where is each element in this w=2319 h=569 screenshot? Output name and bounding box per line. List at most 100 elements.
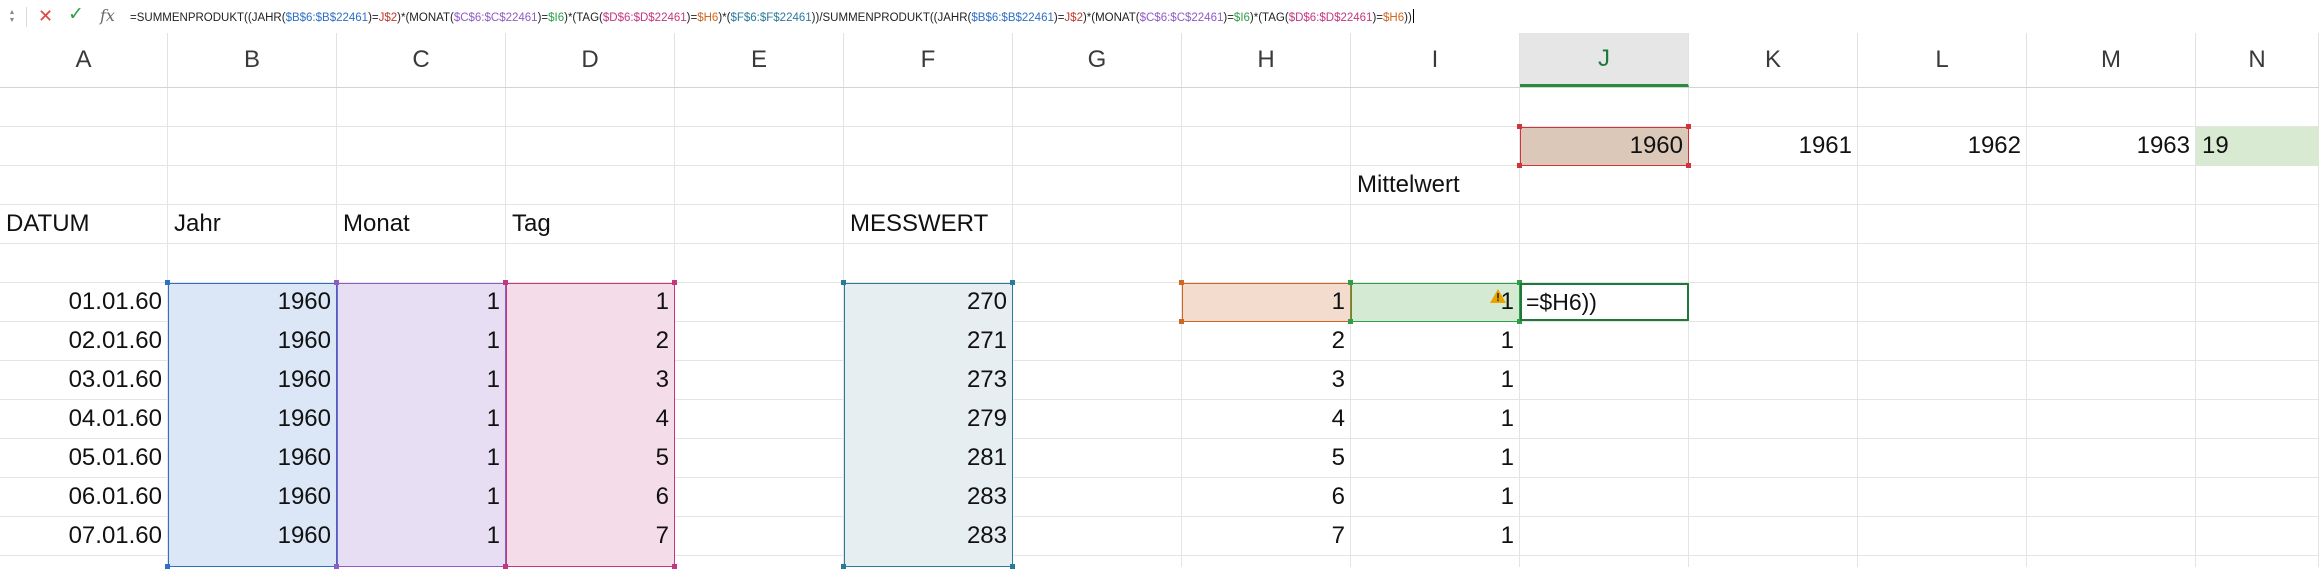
formula-bar-divider: [26, 7, 27, 27]
monat-cell[interactable]: 1: [337, 400, 506, 438]
gridline-horizontal: [0, 243, 2319, 244]
year-header-cell[interactable]: 19: [2196, 127, 2319, 165]
day-index-cell[interactable]: 7: [1182, 517, 1351, 555]
jahr-cell[interactable]: 1960: [168, 361, 337, 399]
monat-cell[interactable]: 1: [337, 283, 506, 321]
day-index-cell[interactable]: 4: [1182, 400, 1351, 438]
month-index-cell[interactable]: 1: [1351, 439, 1520, 477]
tag-cell[interactable]: 3: [506, 361, 675, 399]
messwert-cell[interactable]: 281: [844, 439, 1013, 477]
day-index-cell[interactable]: 1: [1182, 283, 1351, 321]
column-header-d[interactable]: D: [506, 33, 675, 87]
month-index-cell[interactable]: 1: [1351, 478, 1520, 516]
column-header-e[interactable]: E: [675, 33, 844, 87]
monat-header[interactable]: Monat: [337, 205, 506, 243]
messwert-header[interactable]: MESSWERT: [844, 205, 1013, 243]
formula-token: $H6: [697, 12, 719, 24]
tag-cell[interactable]: 4: [506, 400, 675, 438]
messwert-cell[interactable]: 283: [844, 517, 1013, 555]
formula-token: )=: [686, 12, 698, 24]
formula-token: )=: [1053, 12, 1065, 24]
column-header-h[interactable]: H: [1182, 33, 1351, 87]
tag-cell[interactable]: 6: [506, 478, 675, 516]
column-header-f[interactable]: F: [844, 33, 1013, 87]
tag-cell[interactable]: 1: [506, 283, 675, 321]
messwert-cell[interactable]: 283: [844, 478, 1013, 516]
formula-token: )=: [368, 12, 379, 24]
formula-bar: ▲ ▼ ✕ ✓ fx =SUMMENPRODUKT((JAHR($B$6:$B$2…: [0, 0, 2319, 34]
tag-header[interactable]: Tag: [506, 205, 675, 243]
warning-icon[interactable]: [1490, 289, 1506, 303]
messwert-cell[interactable]: 279: [844, 400, 1013, 438]
formula-token: $I6: [548, 12, 565, 24]
jahr-cell[interactable]: 1960: [168, 400, 337, 438]
day-index-cell[interactable]: 3: [1182, 361, 1351, 399]
formula-token: )=: [1372, 12, 1383, 24]
year-header-cell[interactable]: 1962: [1858, 127, 2027, 165]
monat-cell[interactable]: 1: [337, 439, 506, 477]
jahr-cell[interactable]: 1960: [168, 478, 337, 516]
datum-cell[interactable]: 01.01.60: [0, 283, 168, 321]
formula-token: )=: [1223, 12, 1234, 24]
formula-token: =SUMMENPRODUKT((JAHR(: [130, 12, 286, 24]
jahr-header[interactable]: Jahr: [168, 205, 337, 243]
year-header-cell[interactable]: 1963: [2027, 127, 2196, 165]
column-header-b[interactable]: B: [168, 33, 337, 87]
tag-cell[interactable]: 7: [506, 517, 675, 555]
confirm-icon[interactable]: ✓: [68, 5, 84, 25]
messwert-cell[interactable]: 273: [844, 361, 1013, 399]
cancel-icon[interactable]: ✕: [38, 6, 53, 26]
tag-cell[interactable]: 2: [506, 322, 675, 360]
monat-cell[interactable]: 1: [337, 361, 506, 399]
column-header-n[interactable]: N: [2196, 33, 2319, 87]
column-header-i[interactable]: I: [1351, 33, 1520, 87]
datum-header[interactable]: DATUM: [0, 205, 168, 243]
column-header-row: ABCDEFGHIJKLMN: [0, 33, 2319, 88]
name-box-stepper-icon[interactable]: ▲ ▼: [8, 9, 16, 25]
formula-token: $B$6:$B$22461: [285, 12, 369, 24]
datum-cell[interactable]: 06.01.60: [0, 478, 168, 516]
formula-token: )*(TAG(: [1249, 12, 1289, 24]
day-index-cell[interactable]: 5: [1182, 439, 1351, 477]
month-index-cell[interactable]: 1: [1351, 322, 1520, 360]
month-index-cell[interactable]: 1: [1351, 400, 1520, 438]
formula-token: $C$6:$C$22461: [1139, 12, 1224, 24]
formula-token: $B$6:$B$22461: [971, 12, 1054, 24]
datum-cell[interactable]: 07.01.60: [0, 517, 168, 555]
column-header-l[interactable]: L: [1858, 33, 2027, 87]
jahr-cell[interactable]: 1960: [168, 322, 337, 360]
column-header-g[interactable]: G: [1013, 33, 1182, 87]
mittelwert-label[interactable]: Mittelwert: [1351, 166, 1520, 204]
month-index-cell[interactable]: 1: [1351, 517, 1520, 555]
day-index-cell[interactable]: 2: [1182, 322, 1351, 360]
day-index-cell[interactable]: 6: [1182, 478, 1351, 516]
datum-cell[interactable]: 05.01.60: [0, 439, 168, 477]
formula-token: )): [1404, 12, 1412, 24]
jahr-cell[interactable]: 1960: [168, 283, 337, 321]
formula-input[interactable]: =SUMMENPRODUKT((JAHR($B$6:$B$22461)=J$2)…: [130, 9, 2310, 25]
datum-cell[interactable]: 02.01.60: [0, 322, 168, 360]
monat-cell[interactable]: 1: [337, 322, 506, 360]
monat-cell[interactable]: 1: [337, 517, 506, 555]
jahr-cell[interactable]: 1960: [168, 439, 337, 477]
insert-function-icon[interactable]: fx: [100, 6, 115, 26]
monat-cell[interactable]: 1: [337, 478, 506, 516]
month-index-cell[interactable]: 1: [1351, 361, 1520, 399]
messwert-cell[interactable]: 270: [844, 283, 1013, 321]
messwert-cell[interactable]: 271: [844, 322, 1013, 360]
datum-cell[interactable]: 03.01.60: [0, 361, 168, 399]
datum-cell[interactable]: 04.01.60: [0, 400, 168, 438]
column-header-m[interactable]: M: [2027, 33, 2196, 87]
formula-token: )=: [537, 12, 549, 24]
column-header-c[interactable]: C: [337, 33, 506, 87]
active-edit-cell[interactable]: =$H6)): [1520, 283, 1689, 321]
formula-token: )*(MONAT(: [397, 12, 454, 24]
column-header-j[interactable]: J: [1520, 33, 1689, 87]
worksheet-grid[interactable]: 1960 1961 1962 1963 19 Mittelwert DATUM Jahr Mon…: [0, 88, 2319, 569]
jahr-cell[interactable]: 1960: [168, 517, 337, 555]
year-header-cell[interactable]: 1961: [1689, 127, 1858, 165]
column-header-a[interactable]: A: [0, 33, 168, 87]
column-header-k[interactable]: K: [1689, 33, 1858, 87]
tag-cell[interactable]: 5: [506, 439, 675, 477]
year-header-cell[interactable]: 1960: [1520, 127, 1689, 165]
